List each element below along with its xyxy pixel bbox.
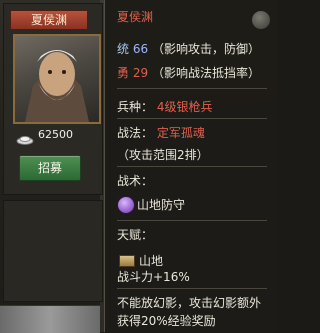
stat-value: 29 — [132, 66, 149, 80]
note-text: 不能放幻影，攻击幻影额外 — [117, 296, 262, 310]
stat-row-valor: 勇 29 （影响战法抵挡率） — [117, 64, 260, 81]
stat-desc: （影响战法抵挡率） — [151, 66, 260, 80]
divider — [117, 118, 267, 119]
talent-bonus-row: 战斗力+16% — [117, 268, 190, 285]
strategy-label: 战术： — [117, 174, 154, 188]
general-name-banner: 夏侯渊 — [10, 10, 88, 30]
divider — [117, 166, 267, 167]
general-portrait — [13, 34, 101, 124]
note-line-1: 不能放幻影，攻击幻影额外 — [117, 294, 261, 311]
bottom-bar — [0, 305, 100, 333]
note-line-2: 获得20%经验奖励 — [117, 312, 216, 329]
skill-orb-icon — [117, 196, 135, 214]
close-icon[interactable] — [251, 10, 271, 30]
soldier-label: 兵种： — [117, 100, 154, 114]
divider — [117, 88, 267, 89]
tactic-value: 定军孤魂 — [156, 126, 205, 140]
tactic-label: 战法： — [117, 126, 154, 140]
stat-row-command: 统 66 （影响攻击，防御） — [117, 40, 260, 57]
talent-label: 天赋： — [117, 228, 154, 242]
tactic-row: 战法： 定军孤魂 — [117, 124, 205, 141]
recruit-button[interactable]: 招募 — [19, 155, 81, 181]
stat-label: 勇 — [117, 66, 130, 80]
strategy-value: 山地防守 — [137, 198, 186, 212]
general-card[interactable]: 夏侯渊 62500 招募 — [3, 3, 103, 195]
talent-terrain: 山地 — [139, 254, 164, 268]
tactic-range: （攻击范围2排） — [117, 148, 209, 162]
tooltip-title: 夏侯渊 — [117, 10, 154, 24]
talent-bonus: 战斗力+16% — [117, 270, 190, 284]
stat-label: 统 — [117, 42, 130, 56]
stat-value: 66 — [132, 42, 149, 56]
strategy-label-row: 战术： — [117, 172, 153, 189]
divider — [117, 220, 267, 221]
stat-desc: （影响攻击，防御） — [151, 42, 260, 56]
gold-amount: 62500 — [38, 128, 73, 141]
divider — [117, 288, 267, 289]
talent-label-row: 天赋： — [117, 226, 153, 243]
tactic-range-row: （攻击范围2排） — [117, 146, 209, 163]
lower-card — [3, 200, 103, 302]
mountain-terrain-icon — [119, 255, 135, 267]
note-text: 获得20%经验奖励 — [117, 314, 216, 328]
silver-coin-icon — [16, 130, 34, 145]
general-tooltip: 夏侯渊 统 66 （影响攻击，防御） 勇 29 （影响战法抵挡率） 兵种： 4级… — [104, 0, 277, 332]
soldier-value: 4级银枪兵 — [156, 100, 213, 114]
soldier-row: 兵种： 4级银枪兵 — [117, 98, 212, 115]
